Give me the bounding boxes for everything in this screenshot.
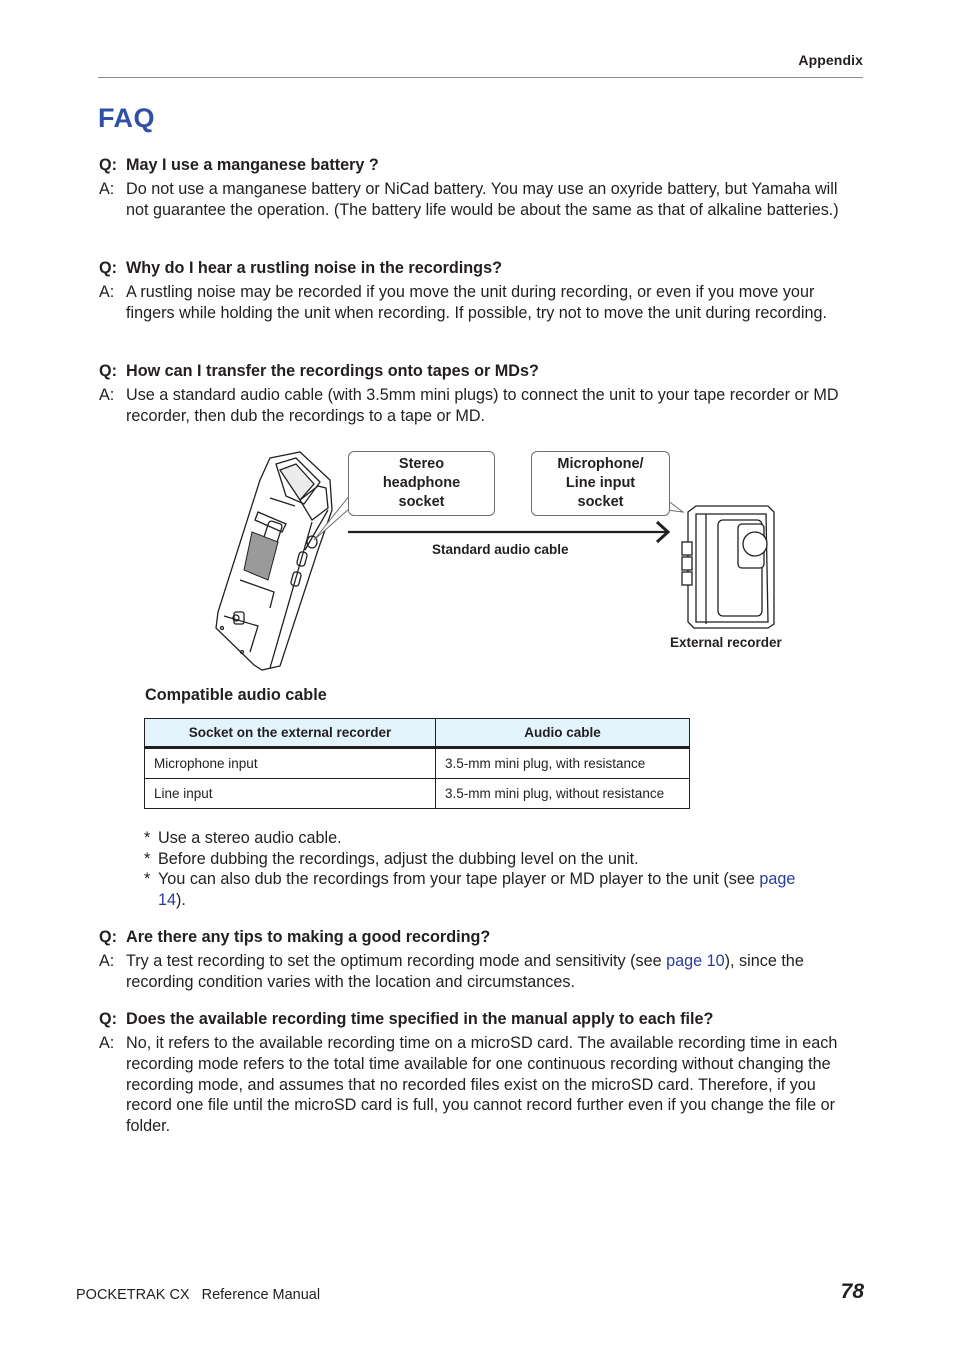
header-rule bbox=[98, 77, 863, 78]
callout-line: headphone bbox=[382, 475, 461, 491]
question-text: Why do I hear a rustling noise in the re… bbox=[126, 259, 502, 277]
note-item: * You can also dub the recordings from y… bbox=[144, 869, 824, 910]
faq-question: Q: Are there any tips to making a good r… bbox=[99, 927, 859, 948]
faq-question: Q: Why do I hear a rustling noise in the… bbox=[99, 258, 859, 279]
answer-prefix: A: bbox=[99, 283, 115, 301]
pocketrak-device-illustration bbox=[215, 451, 333, 671]
page-number: 78 bbox=[840, 1280, 864, 1303]
cell-socket: Microphone input bbox=[144, 747, 436, 779]
notes-list: * Use a stereo audio cable. * Before dub… bbox=[144, 828, 824, 911]
table-header-row: Socket on the external recorder Audio ca… bbox=[144, 718, 690, 749]
cell-cable: 3.5-mm mini plug, without resistance bbox=[435, 778, 690, 809]
faq-answer: A: Do not use a manganese battery or NiC… bbox=[99, 179, 859, 221]
footer-product: POCKETRAK CX bbox=[76, 1287, 190, 1303]
header-cable: Audio cable bbox=[435, 718, 690, 749]
table-row: Line input 3.5-mm mini plug, without res… bbox=[144, 778, 690, 809]
question-prefix: Q: bbox=[99, 928, 117, 946]
note-item: * Use a stereo audio cable. bbox=[144, 828, 824, 849]
footer-manual-name: POCKETRAK CX Reference Manual bbox=[76, 1287, 320, 1303]
faq-item: Q: Why do I hear a rustling noise in the… bbox=[99, 258, 859, 324]
question-prefix: Q: bbox=[99, 362, 117, 380]
table-title: Compatible audio cable bbox=[145, 686, 327, 704]
cell-socket: Line input bbox=[144, 778, 436, 809]
answer-text: Try a test recording to set the optimum … bbox=[126, 952, 667, 970]
question-text: Are there any tips to making a good reco… bbox=[126, 928, 491, 946]
answer-text: A rustling noise may be recorded if you … bbox=[126, 283, 827, 322]
note-item: * Before dubbing the recordings, adjust … bbox=[144, 849, 824, 870]
cable-label: Standard audio cable bbox=[432, 542, 569, 557]
question-prefix: Q: bbox=[99, 1010, 117, 1028]
compatible-cable-table: Socket on the external recorder Audio ca… bbox=[144, 718, 690, 809]
table-row: Microphone input 3.5-mm mini plug, with … bbox=[144, 747, 690, 779]
question-prefix: Q: bbox=[99, 156, 117, 174]
faq-answer: A: Use a standard audio cable (with 3.5m… bbox=[99, 385, 859, 427]
faq-question: Q: How can I transfer the recordings ont… bbox=[99, 361, 859, 382]
header-socket: Socket on the external recorder bbox=[144, 718, 436, 749]
faq-answer: A: A rustling noise may be recorded if y… bbox=[99, 282, 859, 324]
note-text-container: You can also dub the recordings from you… bbox=[158, 869, 824, 910]
note-bullet: * bbox=[144, 870, 151, 889]
external-recorder-illustration bbox=[681, 505, 775, 629]
page-title: FAQ bbox=[98, 103, 156, 133]
answer-text: Use a standard audio cable (with 3.5mm m… bbox=[126, 386, 839, 425]
footer-doc: Reference Manual bbox=[201, 1287, 321, 1303]
faq-question: Q: Does the available recording time spe… bbox=[99, 1009, 859, 1030]
connection-diagram: Stereo headphone socket Microphone/ Line… bbox=[200, 440, 800, 680]
callout-input-socket: Microphone/ Line input socket bbox=[531, 451, 670, 516]
faq-item: Q: Are there any tips to making a good r… bbox=[99, 927, 859, 993]
faq-answer: A: No, it refers to the available record… bbox=[99, 1033, 859, 1137]
answer-prefix: A: bbox=[99, 386, 115, 404]
cell-cable: 3.5-mm mini plug, with resistance bbox=[435, 747, 690, 779]
question-text: Does the available recording time specif… bbox=[126, 1010, 714, 1028]
note-bullet: * bbox=[144, 829, 151, 847]
answer-text: Do not use a manganese battery or NiCad … bbox=[126, 180, 839, 219]
faq-item: Q: May I use a manganese battery ? A: Do… bbox=[99, 155, 859, 221]
recorder-label: External recorder bbox=[670, 635, 782, 650]
note-bullet: * bbox=[144, 849, 151, 868]
note-text: You can also dub the recordings from you… bbox=[158, 870, 760, 889]
section-label: Appendix bbox=[798, 52, 863, 68]
note-text: Before dubbing the recordings, adjust th… bbox=[158, 849, 639, 868]
page-10-link[interactable]: page 10 bbox=[666, 952, 725, 970]
answer-text: No, it refers to the available recording… bbox=[126, 1034, 838, 1136]
question-text: May I use a manganese battery ? bbox=[126, 156, 379, 174]
answer-prefix: A: bbox=[99, 952, 115, 970]
arrow-right-icon bbox=[348, 520, 671, 544]
question-text: How can I transfer the recordings onto t… bbox=[126, 362, 539, 380]
faq-question: Q: May I use a manganese battery ? bbox=[99, 155, 859, 176]
faq-item: Q: Does the available recording time spe… bbox=[99, 1009, 859, 1137]
callout-line: socket bbox=[577, 494, 624, 510]
answer-prefix: A: bbox=[99, 1034, 115, 1052]
callout-line: Stereo bbox=[398, 456, 445, 472]
question-prefix: Q: bbox=[99, 259, 117, 277]
faq-answer: A: Try a test recording to set the optim… bbox=[99, 951, 859, 993]
callout-headphone-socket: Stereo headphone socket bbox=[348, 451, 495, 516]
callout-line: Line input bbox=[565, 475, 636, 491]
note-text-end: ). bbox=[176, 891, 186, 910]
faq-item: Q: How can I transfer the recordings ont… bbox=[99, 361, 859, 427]
answer-text-container: Try a test recording to set the optimum … bbox=[126, 951, 859, 993]
callout-line: socket bbox=[398, 494, 445, 510]
note-text: Use a stereo audio cable. bbox=[158, 829, 342, 847]
callout-line: Microphone/ bbox=[557, 456, 644, 472]
answer-prefix: A: bbox=[99, 180, 115, 198]
